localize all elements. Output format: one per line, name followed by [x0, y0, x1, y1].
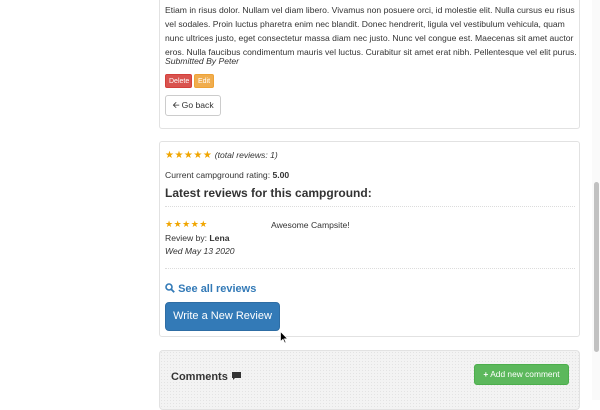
latest-reviews-heading: Latest reviews for this campground: [165, 186, 372, 200]
rating-summary: ★★★★★ (total reviews: 1) [165, 150, 278, 161]
delete-button[interactable]: Delete [165, 74, 192, 88]
search-icon [165, 283, 175, 293]
scrollbar-thumb[interactable] [594, 182, 599, 352]
campground-description: Etiam in risus dolor. Nullam vel diam li… [165, 5, 577, 57]
review-date: Wed May 13 2020 [165, 246, 235, 256]
total-reviews: (total reviews: 1) [214, 150, 278, 160]
comments-heading: Comments [171, 371, 228, 383]
write-new-review-button[interactable]: Write a New Review [165, 302, 280, 331]
comments-title: Comments [171, 371, 242, 383]
plus-icon: + [483, 369, 489, 379]
review-text: Awesome Campsite! [271, 220, 350, 230]
see-all-reviews-label: See all reviews [178, 283, 257, 295]
go-back-button[interactable]: 🡨 Go back [165, 95, 221, 116]
add-new-comment-label: Add new comment [490, 369, 560, 379]
review-stars: ★★★★★ [165, 219, 208, 229]
submitted-by: Submitted By Peter [165, 56, 240, 66]
divider [165, 268, 575, 269]
current-rating-value: 5.00 [272, 170, 290, 180]
comments-panel: Comments + Add new comment [159, 350, 580, 410]
review-author-name: Lena [209, 233, 230, 243]
mouse-cursor-icon [280, 331, 288, 344]
campground-description-panel: Etiam in risus dolor. Nullam vel diam li… [159, 0, 580, 129]
reviews-panel: ★★★★★ (total reviews: 1) Current campgro… [159, 141, 580, 337]
review-author: Review by: Lena [165, 233, 229, 243]
arrow-left-icon: 🡨 [172, 100, 180, 110]
review-by-label: Review by: [165, 233, 210, 243]
go-back-label: Go back [181, 100, 214, 110]
see-all-reviews-link[interactable]: See all reviews [165, 283, 256, 295]
divider [165, 206, 575, 207]
current-rating: Current campground rating: 5.00 [165, 170, 289, 180]
edit-button[interactable]: Edit [194, 74, 214, 88]
add-new-comment-button[interactable]: + Add new comment [474, 364, 569, 385]
current-rating-label: Current campground rating: [165, 170, 273, 180]
comment-icon [231, 372, 241, 380]
rating-stars: ★★★★★ [165, 150, 213, 161]
